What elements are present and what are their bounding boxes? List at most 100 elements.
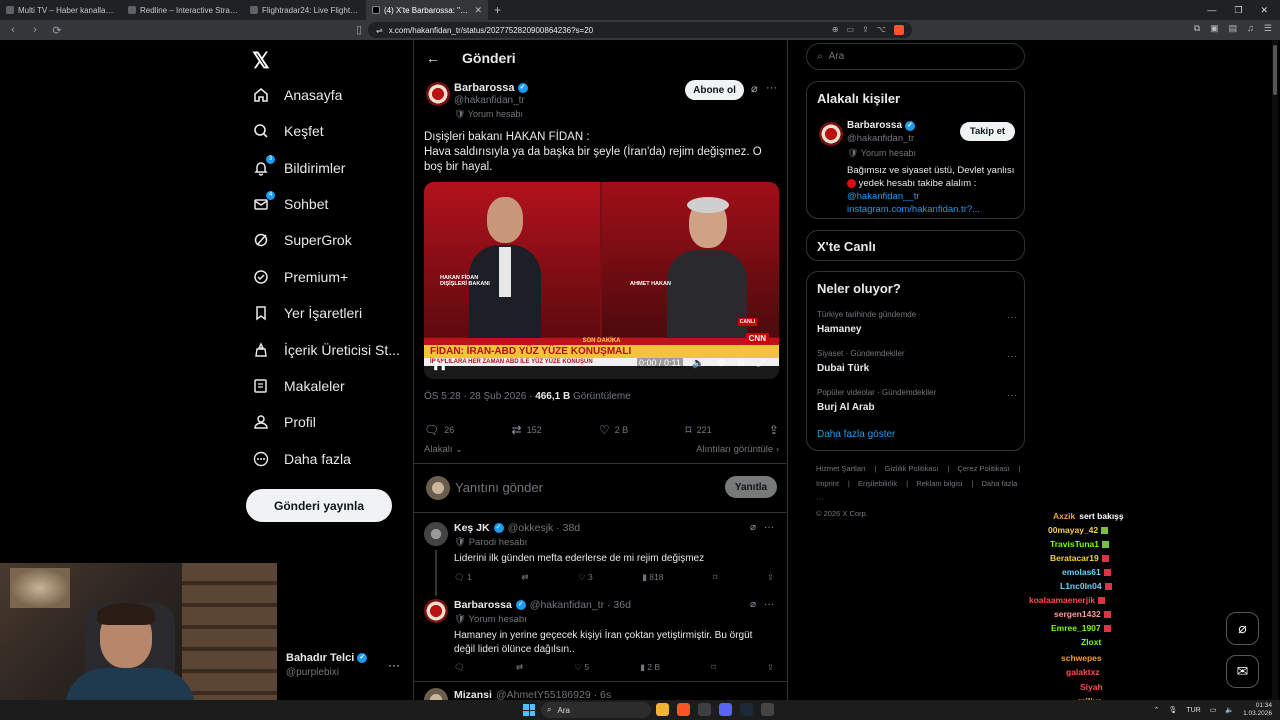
address-bar[interactable]: ⇌ x.com/hakanfidan_tr/status/20277528209… [368, 22, 912, 38]
messages-float-button[interactable]: ✉ [1226, 655, 1259, 688]
like-button[interactable]: ♡ 3 [578, 572, 593, 583]
windows-start-icon[interactable] [523, 704, 535, 716]
clock[interactable]: 01:34 1.03.2026 [1243, 702, 1272, 718]
footer-link[interactable]: Hizmet Şartları [816, 464, 866, 473]
volume-icon[interactable]: 🔈 [1225, 706, 1234, 714]
brave-browser-icon[interactable] [677, 703, 690, 716]
page-scrollbar[interactable] [1272, 40, 1278, 700]
reply-item[interactable]: Mizansi @AhmetY55186929 · 6s [414, 681, 787, 700]
maximize-icon[interactable]: ❐ [1234, 5, 1242, 16]
bio-url-link[interactable]: instagram.com/hakanfidan.tr?... [847, 203, 1019, 216]
zoom-icon[interactable]: ⊕ [832, 25, 839, 35]
views-button[interactable]: ▮ 818 [642, 572, 663, 583]
search-input[interactable]: ⌕ Ara [806, 43, 1025, 70]
bookmark-button[interactable]: ⌑ [711, 662, 715, 673]
bookmark-page-icon[interactable]: ▯ [352, 23, 366, 36]
trend-more-icon[interactable]: ··· [1007, 351, 1017, 362]
sort-relevant-dropdown[interactable]: Alakalı ⌄ [424, 444, 463, 455]
post-author-handle[interactable]: @hakanfidan_tr [454, 95, 525, 106]
back-nav-icon[interactable]: ‹ [6, 24, 20, 36]
close-window-icon[interactable]: ✕ [1260, 5, 1268, 16]
reply-button[interactable]: 🗨 1 [454, 572, 472, 583]
settings-icon[interactable]: ⚙ [716, 358, 725, 369]
mic-icon[interactable]: 🎙 [1168, 706, 1177, 714]
repost-button[interactable]: ⇄ 152 [512, 423, 542, 437]
follow-button[interactable]: Takip et [960, 122, 1015, 141]
grok-icon[interactable]: ⌀ [750, 522, 756, 533]
show-more-link[interactable]: Daha fazla göster [817, 429, 895, 440]
trend-item[interactable]: Popüler videolar · Gündemdekiler Burj Al… [817, 388, 1017, 413]
reply-more-icon[interactable]: ··· [764, 599, 774, 610]
close-tab-icon[interactable]: ✕ [474, 5, 482, 16]
subscribe-button[interactable]: Abone ol [685, 80, 744, 100]
browser-tab[interactable]: Redline – Interactive Strategic Map [122, 0, 244, 20]
nav-item-more[interactable]: Daha fazla [252, 447, 351, 471]
trend-more-icon[interactable]: ··· [1007, 390, 1017, 401]
footer-link[interactable]: Çerez Politikası [957, 464, 1009, 473]
trend-item[interactable]: Türkiye tarihinde gündemde Hamaney ··· [817, 310, 1017, 335]
browser-tab[interactable]: Flightradar24: Live Flight Tracker - Rea… [244, 0, 366, 20]
fullscreen-icon[interactable]: ⤢ [757, 358, 765, 369]
reply-avatar[interactable] [424, 688, 448, 700]
scrollbar-thumb[interactable] [1273, 45, 1277, 95]
reply-avatar[interactable] [424, 599, 448, 623]
footer-link[interactable]: Erişilebilirlik [858, 479, 897, 488]
footer-link[interactable]: Reklam bilgisi [916, 479, 962, 488]
x-logo-icon[interactable]: 𝕏 [252, 48, 270, 74]
nav-item-articles[interactable]: Makaleler [252, 374, 345, 398]
reply-button[interactable]: 🗨 [454, 662, 465, 673]
cast-icon[interactable]: ▭ [847, 25, 855, 35]
nav-item-profile[interactable]: Profil [252, 410, 316, 434]
reply-input[interactable]: Yanıtını gönder [455, 480, 543, 495]
pause-icon[interactable]: ❚❚ [432, 360, 447, 371]
post-timestamp[interactable]: ÖS 5:28 · 28 Şub 2026 · [424, 391, 535, 402]
post-video[interactable]: HAKAN FİDAN DIŞİŞLERİ BAKANI AHMET HAKAN … [424, 182, 779, 379]
brave-shield-icon[interactable] [894, 25, 904, 35]
grok-float-button[interactable]: ⌀ [1226, 612, 1259, 645]
account-more-icon[interactable]: ··· [388, 658, 400, 672]
reply-item[interactable]: Barbarossa ✓ @hakanfidan_tr · 36d ⌀ ··· 🛡 Y… [414, 591, 787, 681]
discord-icon[interactable] [719, 703, 732, 716]
repost-button[interactable]: ⇄ [521, 572, 528, 583]
reply-more-icon[interactable]: ··· [764, 522, 774, 533]
post-more-icon[interactable]: ··· [766, 82, 777, 94]
share-button[interactable]: ⇪ [769, 423, 779, 437]
forward-nav-icon[interactable]: › [28, 24, 42, 36]
like-button[interactable]: ♡ 2 B [599, 423, 628, 437]
sidebar-icon[interactable]: ▤ [1229, 23, 1238, 34]
reload-icon[interactable]: ⟳ [50, 24, 64, 37]
trend-more-icon[interactable]: ··· [1007, 312, 1017, 323]
nav-item-messages[interactable]: 4 Sohbet [252, 191, 328, 216]
bookmark-button[interactable]: ⌑ 221 [685, 423, 711, 437]
browser-tab[interactable]: Multi TV – Haber kanallarını aynı anda i… [0, 0, 122, 20]
tray-chevron-icon[interactable]: ⌃ [1154, 706, 1160, 714]
music-icon[interactable]: ♫ [1247, 23, 1254, 34]
footer-link[interactable]: Imprint [816, 479, 839, 488]
post-button[interactable]: Gönderi yayınla [246, 489, 392, 522]
file-explorer-icon[interactable] [656, 703, 669, 716]
reply-submit-button[interactable]: Yanıtla [725, 476, 777, 498]
new-tab-button[interactable]: + [488, 3, 507, 17]
related-person-handle[interactable]: @hakanfidan_tr [847, 133, 914, 144]
post-author-name[interactable]: Barbarossa ✓ [454, 82, 528, 94]
reply-button[interactable]: 🗨 26 [424, 423, 454, 437]
nav-item-creator-studio[interactable]: İçerik Üreticisi St... [252, 338, 400, 362]
share-button[interactable]: ⇪ [767, 662, 774, 673]
network-icon[interactable]: ▭ [1210, 706, 1217, 714]
wallet-icon[interactable]: ▣ [1210, 23, 1219, 34]
site-info-icon[interactable]: ⇌ [376, 26, 383, 35]
grok-icon[interactable]: ⌀ [751, 82, 758, 95]
nav-item-supergrok[interactable]: SuperGrok [252, 228, 352, 252]
view-quotes-link[interactable]: Alıntıları görüntüle › [696, 444, 779, 455]
nav-item-bookmarks[interactable]: Yer İşaretleri [252, 301, 362, 325]
volume-icon[interactable]: 🔈 [692, 358, 704, 369]
language-indicator[interactable]: TUR [1186, 707, 1200, 714]
bookmark-button[interactable]: ⌑ [713, 572, 717, 583]
nav-item-notifications[interactable]: 3 Bildirimler [252, 155, 345, 180]
obs-icon[interactable] [761, 703, 774, 716]
nav-item-home[interactable]: Anasayfa [252, 83, 342, 107]
views-button[interactable]: ▮ 2 B [640, 662, 660, 673]
x-live-card[interactable]: X'te Canlı [806, 230, 1025, 261]
pip-icon[interactable]: ⧉ [737, 358, 744, 369]
menu-icon[interactable]: ☰ [1264, 23, 1272, 34]
